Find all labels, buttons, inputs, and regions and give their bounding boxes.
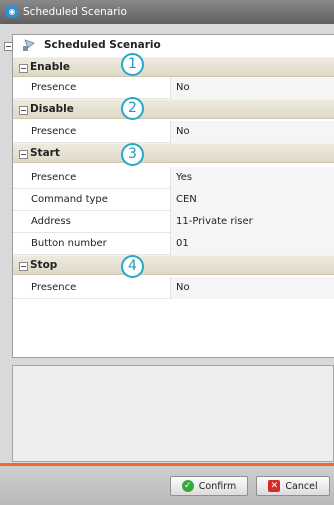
property-value[interactable]: 01 — [170, 233, 334, 255]
property-value[interactable]: No — [170, 277, 334, 299]
property-row[interactable]: Presence No — [13, 121, 334, 143]
window-title: Scheduled Scenario — [23, 6, 127, 18]
app-icon: ◉ — [6, 6, 18, 18]
scenario-tree-icon — [22, 39, 36, 56]
property-value[interactable]: 11-Private riser — [170, 211, 334, 233]
tree-root-label: Scheduled Scenario — [44, 39, 161, 51]
section-disable[interactable]: Disable — [13, 99, 334, 119]
property-key: Presence — [31, 282, 77, 293]
property-key: Button number — [31, 238, 107, 249]
confirm-button[interactable]: ✓ Confirm — [170, 476, 248, 496]
tree-root-row[interactable]: Scheduled Scenario — [4, 35, 334, 57]
property-key: Presence — [31, 82, 77, 93]
property-value[interactable]: No — [170, 77, 334, 99]
collapse-root-icon[interactable] — [4, 42, 13, 51]
property-tree-panel: Scheduled Scenario Enable Presence No Di… — [4, 34, 334, 358]
confirm-label: Confirm — [198, 480, 237, 492]
description-box — [12, 365, 334, 462]
property-value[interactable]: No — [170, 121, 334, 143]
property-value[interactable]: Yes — [170, 167, 334, 189]
checkmark-icon: ✓ — [181, 480, 194, 492]
section-enable[interactable]: Enable — [13, 57, 334, 77]
property-key: Address — [31, 216, 71, 227]
section-label: Stop — [30, 259, 58, 271]
property-key: Command type — [31, 194, 108, 205]
property-row[interactable]: Command type CEN — [13, 189, 334, 211]
property-row[interactable]: Button number 01 — [13, 233, 334, 255]
collapse-section-icon[interactable] — [19, 262, 28, 271]
section-label: Start — [30, 147, 60, 159]
collapse-section-icon[interactable] — [19, 64, 28, 73]
collapse-section-icon[interactable] — [19, 150, 28, 159]
property-value[interactable]: CEN — [170, 189, 334, 211]
callout-badge: 4 — [121, 255, 144, 278]
callout-badge: 2 — [121, 97, 144, 120]
cancel-button[interactable]: ✕ Cancel — [256, 476, 330, 496]
collapse-section-icon[interactable] — [19, 106, 28, 115]
property-key: Presence — [31, 172, 77, 183]
section-label: Disable — [30, 103, 74, 115]
section-stop[interactable]: Stop — [13, 255, 334, 275]
section-label: Enable — [30, 61, 70, 73]
callout-badge: 3 — [121, 143, 144, 166]
dialog-footer: ✓ Confirm ✕ Cancel — [0, 466, 334, 505]
close-icon: ✕ — [268, 480, 281, 492]
property-row[interactable]: Presence Yes — [13, 167, 334, 189]
section-start[interactable]: Start — [13, 143, 334, 163]
cancel-label: Cancel — [285, 480, 318, 492]
property-row[interactable]: Address 11-Private riser — [13, 211, 334, 233]
callout-badge: 1 — [121, 53, 144, 76]
window-titlebar: ◉ Scheduled Scenario — [0, 0, 334, 24]
property-key: Presence — [31, 126, 77, 137]
property-row[interactable]: Presence No — [13, 277, 334, 299]
property-row[interactable]: Presence No — [13, 77, 334, 99]
